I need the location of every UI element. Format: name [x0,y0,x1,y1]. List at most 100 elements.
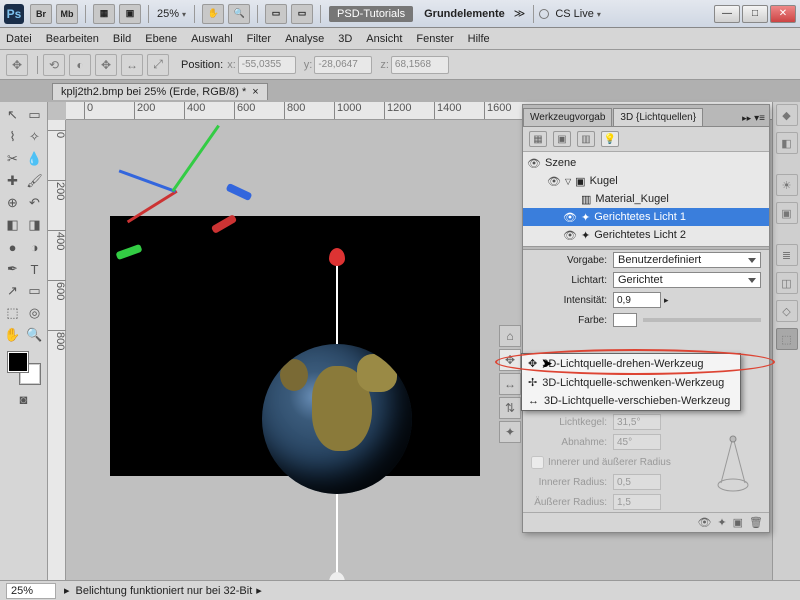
status-arrow-icon[interactable]: ▸ [64,584,70,597]
panel-tab-3d-lights[interactable]: 3D {Lichtquellen} [613,108,703,126]
window-close-button[interactable]: ✕ [770,5,796,23]
menu-analyse[interactable]: Analyse [285,33,324,45]
preset-combo[interactable]: Benutzerdefiniert [613,252,761,268]
shape-tool[interactable]: ▭ [24,280,46,302]
delete-light-icon[interactable]: 🗑 [749,516,763,529]
menu-3d[interactable]: 3D [338,33,352,45]
filter-mesh-icon[interactable]: ▣ [553,131,571,147]
menu-auswahl[interactable]: Auswahl [191,33,233,45]
panel-menu-icon[interactable]: ▾≡ [754,113,765,124]
window-minimize-button[interactable]: — [714,5,740,23]
color-swatch[interactable] [613,313,637,327]
flyout-slide-tool[interactable]: ↔3D-Lichtquelle-verschieben-Werkzeug [522,392,740,410]
flyout-rotate-tool[interactable]: ✥3D-Lichtquelle-drehen-Werkzeug [522,354,740,373]
quickmask-tool[interactable]: ◙ [13,388,35,410]
intensity-field[interactable]: 0,9 [613,292,661,308]
3d-roll-icon[interactable]: ◐ [69,54,91,76]
foreground-color-swatch[interactable] [8,352,28,372]
arrange-button[interactable]: ▭ [265,4,287,24]
pen-tool[interactable]: ✒ [2,258,24,280]
status-zoom-field[interactable]: 25% [6,583,56,599]
dodge-tool[interactable]: ◑ [24,236,46,258]
scene-row-light2[interactable]: 👁✦Gerichtetes Licht 2 [523,226,769,244]
3d-light-point-button[interactable]: ✦ [499,421,521,443]
brush-tool[interactable]: 🖌 [24,170,46,192]
workspace-label[interactable]: Grundelemente [424,8,505,20]
filter-scene-icon[interactable]: ▦ [529,131,547,147]
menu-ebene[interactable]: Ebene [145,33,177,45]
zoom-tool[interactable]: 🔍 [24,324,46,346]
zoom-button[interactable]: 🔍 [228,4,250,24]
color-swatches[interactable] [6,350,42,386]
3d-light-drag-button[interactable]: ↔ [499,373,521,395]
visibility-icon[interactable]: 👁 [563,211,577,224]
panel-tab-presets[interactable]: Werkzeugvorgab [523,108,612,126]
minibridge-button[interactable]: Mb [56,4,78,24]
menu-bearbeiten[interactable]: Bearbeiten [46,33,99,45]
filter-material-icon[interactable]: ▥ [577,131,595,147]
menu-datei[interactable]: Datei [6,33,32,45]
color-slider[interactable] [643,318,761,322]
3d-slide-icon[interactable]: ↔ [121,54,143,76]
view-extras-button[interactable]: ▦ [93,4,115,24]
filter-lights-icon[interactable]: 💡 [601,131,619,147]
window-maximize-button[interactable]: □ [742,5,768,23]
document-tab-close-icon[interactable]: × [252,86,258,98]
status-arrow2-icon[interactable]: ▸ [256,584,262,597]
cslive-dropdown[interactable]: CS Live [555,8,601,20]
visibility-icon[interactable]: 👁 [527,157,541,170]
new-light-icon[interactable]: ✦ [717,516,726,529]
menu-fenster[interactable]: Fenster [416,33,453,45]
swatches-panel-icon[interactable]: ◆ [776,104,798,126]
3d-rotate-icon[interactable]: ⟲ [43,54,65,76]
3d-scale-icon[interactable]: ⤢ [147,54,169,76]
history-brush-tool[interactable]: ↶ [24,192,46,214]
document-tab[interactable]: kplj2th2.bmp bei 25% (Erde, RGB/8) * × [52,83,268,100]
blur-tool[interactable]: ● [2,236,24,258]
channels-panel-icon[interactable]: ◫ [776,272,798,294]
heal-tool[interactable]: ✚ [2,170,24,192]
z-field[interactable]: 68,1568 [391,56,449,74]
scene-row-scene[interactable]: 👁Szene [523,154,769,172]
adjustments-panel-icon[interactable]: ☀ [776,174,798,196]
eraser-tool[interactable]: ◧ [2,214,24,236]
light-pin-top[interactable] [336,264,338,344]
scene-row-kugel[interactable]: 👁▽▣Kugel [523,172,769,190]
gradient-tool[interactable]: ◨ [24,214,46,236]
layers-panel-icon[interactable]: ≣ [776,244,798,266]
y-field[interactable]: -28,0647 [314,56,372,74]
hand-tool[interactable]: ✋ [2,324,24,346]
workspace-active-label[interactable]: PSD-Tutorials [329,6,413,22]
lighttype-combo[interactable]: Gerichtet [613,272,761,288]
stamp-tool[interactable]: ⊕ [2,192,24,214]
toggle-lights-icon[interactable]: 👁 [697,516,711,529]
marquee-tool[interactable]: ▭ [24,104,46,126]
menu-hilfe[interactable]: Hilfe [468,33,490,45]
3d-light-rotate-button[interactable]: ✥ [499,349,521,371]
3d-light-slide-button[interactable]: ⇅ [499,397,521,419]
path-tool[interactable]: ↗ [2,280,24,302]
current-tool-icon[interactable]: ✥ [6,54,28,76]
add-light-icon[interactable]: ▣ [733,516,743,529]
intensity-slider-button[interactable]: ▸ [664,295,669,306]
lasso-tool[interactable]: ⌇ [2,126,24,148]
eyedropper-tool[interactable]: 💧 [24,148,46,170]
earth-3d-object[interactable] [262,344,412,494]
scene-row-light1[interactable]: 👁✦Gerichtetes Licht 1 [523,208,769,226]
visibility-icon[interactable]: 👁 [547,175,561,188]
view-guides-button[interactable]: ▣ [119,4,141,24]
3d-camera-tool[interactable]: ◎ [24,302,46,324]
masks-panel-icon[interactable]: ▣ [776,202,798,224]
crop-tool[interactable]: ✂ [2,148,24,170]
light-pin-bottom[interactable] [336,494,338,574]
more-workspaces-icon[interactable]: ≫ [514,7,526,20]
x-field[interactable]: -55,0355 [238,56,296,74]
type-tool[interactable]: T [24,258,46,280]
flyout-pan-tool[interactable]: ✢3D-Lichtquelle-schwenken-Werkzeug [522,373,740,392]
paths-panel-icon[interactable]: ◇ [776,300,798,322]
zoom-level-dropdown[interactable]: 25% [157,8,186,20]
bridge-button[interactable]: Br [30,4,52,24]
hand-button[interactable]: ✋ [202,4,224,24]
screenmode-button[interactable]: ▭ [291,4,313,24]
3d-home-button[interactable]: ⌂ [499,325,521,347]
